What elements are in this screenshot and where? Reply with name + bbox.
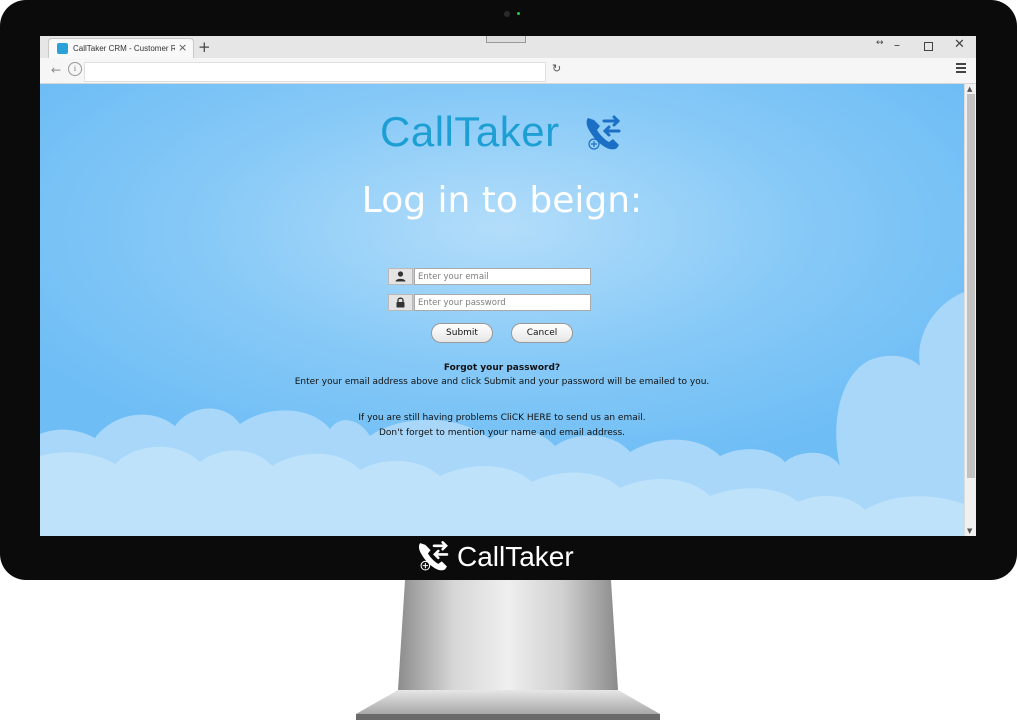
help-text-link[interactable]: If you are still having problems CliCK H…	[40, 413, 964, 423]
webcam-led	[517, 12, 520, 15]
cancel-button[interactable]: Cancel	[511, 323, 573, 343]
scroll-thumb[interactable]	[967, 94, 975, 478]
scroll-down-icon[interactable]: ▼	[967, 527, 972, 535]
monitor-stand	[356, 580, 660, 720]
back-arrow-icon[interactable]: ←	[48, 62, 64, 78]
forgot-password-desc: Enter your email address above and click…	[294, 377, 710, 387]
monitor-frame: CallTaker CRM - Customer R × + ↔ – ✕ ← i…	[0, 0, 1017, 580]
browser-tab-bar: CallTaker CRM - Customer R × + ↔ – ✕	[40, 36, 976, 59]
new-tab-icon[interactable]: +	[198, 37, 211, 57]
email-row	[388, 268, 591, 285]
tab-title: CallTaker CRM - Customer R	[73, 44, 175, 53]
user-icon	[388, 268, 413, 285]
logo-text: CallTaker	[380, 108, 560, 155]
password-row	[388, 294, 591, 311]
bezel-logo-text: CallTaker	[457, 541, 574, 572]
calltaker-logo: CallTaker	[380, 108, 630, 158]
vertical-scrollbar[interactable]: ▲ ▼	[964, 84, 976, 536]
password-field[interactable]	[414, 294, 591, 311]
minimize-icon[interactable]: –	[894, 38, 900, 52]
resize-arrows-icon[interactable]: ↔	[876, 38, 884, 48]
calltaker-favicon-icon	[57, 43, 68, 54]
bezel-logo: CallTaker	[415, 538, 595, 576]
lock-icon	[388, 294, 413, 311]
page-title: Log in to beign:	[361, 180, 643, 221]
login-page: CallTaker Log in to beign: Enter your em…	[40, 84, 964, 536]
email-field[interactable]	[414, 268, 591, 285]
help-text-note: Don't forget to mention your name and em…	[378, 428, 626, 438]
submit-button[interactable]: Submit	[431, 323, 493, 343]
phone-arrows-icon	[586, 115, 621, 150]
reload-icon[interactable]: ↻	[552, 62, 561, 75]
window-drag-handle[interactable]	[486, 36, 526, 43]
site-info-icon[interactable]: i	[68, 62, 82, 76]
webcam-icon	[504, 11, 510, 17]
close-window-icon[interactable]: ✕	[954, 37, 965, 52]
address-bar[interactable]	[84, 62, 546, 82]
tab-close-icon[interactable]: ×	[178, 41, 187, 55]
browser-toolbar: ← i ↻	[40, 58, 976, 84]
phone-arrows-icon	[418, 541, 449, 571]
search-box[interactable]	[570, 62, 960, 78]
restore-icon[interactable]	[924, 42, 933, 51]
screen: CallTaker CRM - Customer R × + ↔ – ✕ ← i…	[40, 36, 976, 536]
browser-tab[interactable]: CallTaker CRM - Customer R ×	[48, 38, 194, 59]
scroll-up-icon[interactable]: ▲	[967, 85, 972, 93]
forgot-password-title: Forgot your password?	[443, 363, 561, 373]
hamburger-menu-icon[interactable]	[956, 63, 966, 75]
